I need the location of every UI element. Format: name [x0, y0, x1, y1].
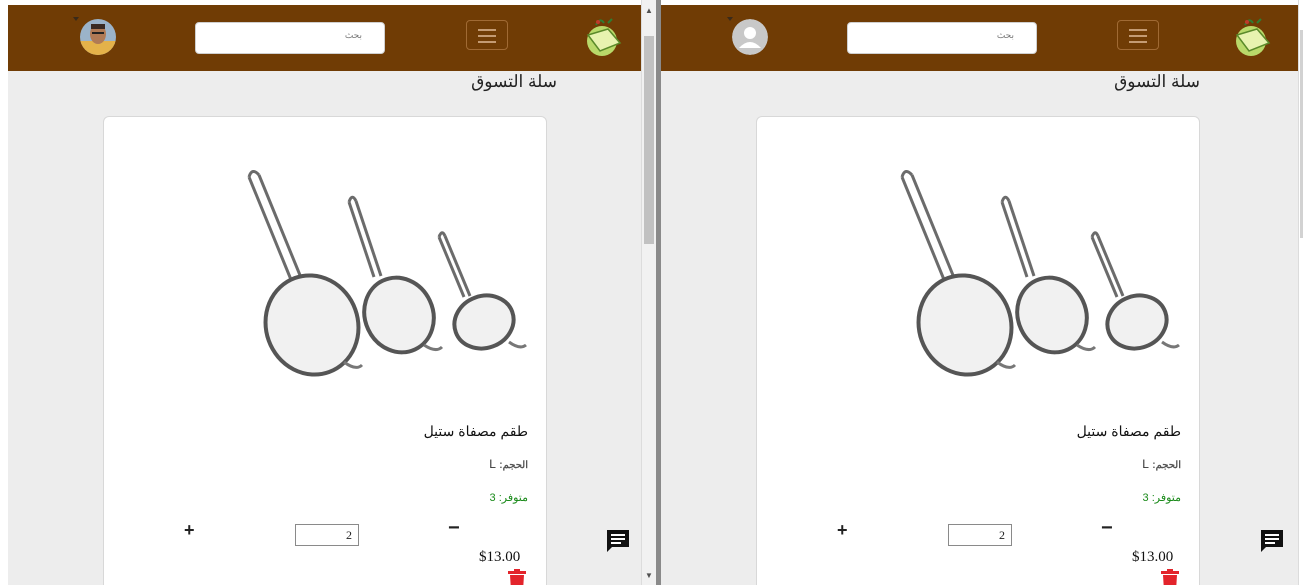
scroll-thumb[interactable] [644, 36, 654, 244]
right-view-scrollbar[interactable] [1298, 0, 1303, 585]
page-title: سلة التسوق [1114, 72, 1200, 91]
quantity-input[interactable]: 2 [295, 524, 359, 546]
quantity-input[interactable]: 2 [948, 524, 1012, 546]
cart-item-card: طقم مصفاة ستيل الحجم: L متوفر: 3 + 2 − $… [756, 116, 1200, 585]
menu-toggle-button[interactable] [1117, 20, 1159, 50]
increase-quantity-button[interactable]: + [184, 520, 195, 541]
logo-icon[interactable] [578, 13, 626, 61]
increase-quantity-button[interactable]: + [837, 520, 848, 541]
stock-value: 3 [1142, 492, 1149, 504]
page-title: سلة التسوق [471, 72, 557, 91]
search-input[interactable]: بحث [847, 22, 1037, 54]
stock-info: متوفر: 3 [1143, 491, 1181, 504]
item-price: $13.00 [479, 549, 521, 565]
left-view-scrollbar[interactable]: ▲ ▼ [641, 0, 656, 585]
size-value: L [1142, 457, 1149, 471]
navbar: بحث [8, 5, 641, 71]
trash-icon[interactable] [1161, 569, 1179, 585]
stock-info: متوفر: 3 [490, 491, 528, 504]
chat-icon[interactable] [1259, 528, 1285, 554]
product-image [247, 170, 527, 377]
stock-value: 3 [489, 492, 496, 504]
product-name[interactable]: طقم مصفاة ستيل [1077, 423, 1181, 440]
scroll-down-arrow-icon[interactable]: ▼ [642, 569, 656, 583]
user-avatar[interactable] [80, 19, 116, 55]
chat-icon[interactable] [605, 528, 631, 554]
dropdown-caret-icon[interactable] [73, 17, 79, 21]
search-input[interactable]: بحث [195, 22, 385, 54]
product-image [900, 170, 1180, 377]
dropdown-caret-icon[interactable] [727, 17, 733, 21]
product-size: الحجم: L [489, 457, 528, 471]
scroll-up-arrow-icon[interactable]: ▲ [642, 4, 656, 18]
product-name[interactable]: طقم مصفاة ستيل [424, 423, 528, 440]
logo-icon[interactable] [1227, 13, 1275, 61]
stock-label: متوفر: [498, 492, 528, 504]
left-view: بحث سلة التسوق طقم مصفاة ستيل الحجم: L م… [8, 0, 641, 585]
menu-toggle-button[interactable] [466, 20, 508, 50]
navbar: بحث [661, 5, 1298, 71]
default-avatar-icon[interactable] [732, 19, 768, 55]
size-label: الحجم: [1152, 460, 1181, 471]
stock-label: متوفر: [1151, 492, 1181, 504]
decrease-quantity-button[interactable]: − [1101, 517, 1113, 540]
product-size: الحجم: L [1142, 457, 1181, 471]
size-value: L [489, 457, 496, 471]
cart-item-card: طقم مصفاة ستيل الحجم: L متوفر: 3 + 2 − $… [103, 116, 547, 585]
right-view: بحث سلة التسوق طقم مصفاة ستيل الحجم: L م… [661, 0, 1298, 585]
decrease-quantity-button[interactable]: − [448, 517, 460, 540]
item-price: $13.00 [1132, 549, 1174, 565]
size-label: الحجم: [499, 460, 528, 471]
trash-icon[interactable] [508, 569, 526, 585]
